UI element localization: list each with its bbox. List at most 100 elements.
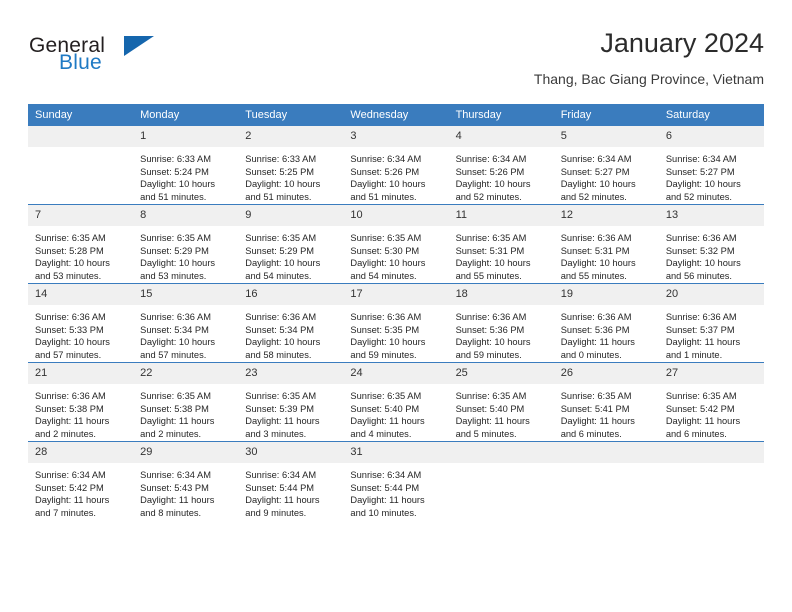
daylight-text-line1: Daylight: 11 hours — [35, 416, 110, 427]
triangle-logo-icon — [124, 36, 154, 56]
daylight-text-line2: and 2 minutes. — [35, 428, 96, 439]
sunrise-text: Sunrise: 6:34 AM — [245, 470, 317, 480]
sunrise-text: Sunrise: 6:36 AM — [35, 391, 106, 401]
daylight-text-line2: and 51 minutes. — [140, 191, 207, 202]
daylight-text-line2: and 57 minutes. — [140, 349, 207, 360]
day-cell[interactable]: 4 Sunrise: 6:34 AM Sunset: 5:26 PM Dayli… — [448, 126, 554, 205]
daylight-text-line1: Daylight: 10 hours — [560, 179, 636, 190]
day-number — [553, 442, 659, 463]
sunset-text: Sunset: 5:26 PM — [455, 166, 525, 177]
day-cell[interactable]: 25 Sunrise: 6:35 AM Sunset: 5:40 PM Dayl… — [448, 362, 554, 442]
day-cell[interactable]: 31 Sunrise: 6:34 AM Sunset: 5:44 PM Dayl… — [343, 441, 449, 520]
sunset-text: Sunset: 5:34 PM — [245, 324, 315, 335]
sunset-text: Sunset: 5:27 PM — [560, 166, 630, 177]
daylight-text-line1: Daylight: 11 hours — [245, 416, 320, 427]
daylight-text-line2: and 56 minutes. — [665, 270, 732, 281]
daylight-text-line1: Daylight: 11 hours — [350, 495, 425, 506]
daylight-text-line2: and 55 minutes. — [560, 270, 627, 281]
day-cell[interactable]: 15 Sunrise: 6:36 AM Sunset: 5:34 PM Dayl… — [133, 283, 239, 363]
sunrise-text: Sunrise: 6:35 AM — [140, 391, 211, 401]
day-number: 20 — [658, 284, 764, 305]
daylight-text-line2: and 4 minutes. — [350, 428, 412, 439]
day-cell[interactable]: 19 Sunrise: 6:36 AM Sunset: 5:36 PM Dayl… — [553, 283, 659, 363]
day-cell[interactable]: 10 Sunrise: 6:35 AM Sunset: 5:30 PM Dayl… — [343, 204, 449, 284]
sunset-text: Sunset: 5:24 PM — [140, 166, 209, 177]
daylight-text-line2: and 10 minutes. — [350, 507, 417, 518]
day-details: Sunrise: 6:34 AM Sunset: 5:43 PM Dayligh… — [133, 463, 238, 519]
title-block: January 2024 Thang, Bac Giang Province, … — [534, 26, 764, 89]
weekday-header-monday: Monday — [133, 104, 239, 126]
day-cell[interactable]: 18 Sunrise: 6:36 AM Sunset: 5:36 PM Dayl… — [448, 283, 554, 363]
day-cell[interactable]: 7 Sunrise: 6:35 AM Sunset: 5:28 PM Dayli… — [28, 204, 134, 284]
daylight-text-line2: and 8 minutes. — [140, 507, 202, 518]
day-details: Sunrise: 6:36 AM Sunset: 5:36 PM Dayligh… — [554, 305, 659, 361]
daylight-text-line2: and 54 minutes. — [245, 270, 312, 281]
sunrise-text: Sunrise: 6:35 AM — [350, 391, 422, 401]
sunrise-text: Sunrise: 6:34 AM — [35, 470, 106, 480]
sunset-text: Sunset: 5:42 PM — [35, 482, 104, 493]
daylight-text-line2: and 5 minutes. — [455, 428, 517, 439]
day-cell[interactable]: 1 Sunrise: 6:33 AM Sunset: 5:24 PM Dayli… — [133, 126, 239, 205]
day-number: 16 — [238, 284, 344, 305]
day-details: Sunrise: 6:34 AM Sunset: 5:26 PM Dayligh… — [343, 147, 448, 203]
daylight-text-line2: and 52 minutes. — [455, 191, 522, 202]
day-number: 12 — [553, 205, 659, 226]
day-details: Sunrise: 6:35 AM Sunset: 5:40 PM Dayligh… — [449, 384, 554, 440]
day-number: 7 — [28, 205, 134, 226]
weekday-header-tuesday: Tuesday — [238, 104, 344, 126]
day-cell[interactable]: 17 Sunrise: 6:36 AM Sunset: 5:35 PM Dayl… — [343, 283, 449, 363]
day-details: Sunrise: 6:35 AM Sunset: 5:31 PM Dayligh… — [449, 226, 554, 282]
day-number: 31 — [343, 442, 449, 463]
sunset-text: Sunset: 5:34 PM — [140, 324, 209, 335]
day-cell[interactable]: 13 Sunrise: 6:36 AM Sunset: 5:32 PM Dayl… — [658, 204, 764, 284]
sunrise-text: Sunrise: 6:35 AM — [35, 233, 106, 243]
day-cell[interactable]: 8 Sunrise: 6:35 AM Sunset: 5:29 PM Dayli… — [133, 204, 239, 284]
day-cell[interactable]: 26 Sunrise: 6:35 AM Sunset: 5:41 PM Dayl… — [553, 362, 659, 442]
sunrise-text: Sunrise: 6:36 AM — [560, 233, 632, 243]
daylight-text-line2: and 2 minutes. — [140, 428, 202, 439]
day-number: 9 — [238, 205, 344, 226]
daylight-text-line2: and 53 minutes. — [140, 270, 207, 281]
day-cell[interactable]: 3 Sunrise: 6:34 AM Sunset: 5:26 PM Dayli… — [343, 126, 449, 205]
page-header: General Blue January 2024 Thang, Bac Gia… — [28, 26, 764, 94]
day-cell[interactable]: 21 Sunrise: 6:36 AM Sunset: 5:38 PM Dayl… — [28, 362, 134, 442]
daylight-text-line2: and 52 minutes. — [560, 191, 627, 202]
day-cell[interactable]: 14 Sunrise: 6:36 AM Sunset: 5:33 PM Dayl… — [28, 283, 134, 363]
day-cell[interactable]: 9 Sunrise: 6:35 AM Sunset: 5:29 PM Dayli… — [238, 204, 344, 284]
day-cell[interactable]: 27 Sunrise: 6:35 AM Sunset: 5:42 PM Dayl… — [658, 362, 764, 442]
daylight-text-line1: Daylight: 11 hours — [560, 416, 635, 427]
day-cell[interactable]: 28 Sunrise: 6:34 AM Sunset: 5:42 PM Dayl… — [28, 441, 134, 520]
daylight-text-line2: and 0 minutes. — [560, 349, 622, 360]
day-number: 22 — [133, 363, 239, 384]
day-number: 14 — [28, 284, 134, 305]
day-cell[interactable]: 16 Sunrise: 6:36 AM Sunset: 5:34 PM Dayl… — [238, 283, 344, 363]
day-cell[interactable]: 12 Sunrise: 6:36 AM Sunset: 5:31 PM Dayl… — [553, 204, 659, 284]
sunrise-text: Sunrise: 6:35 AM — [140, 233, 211, 243]
day-cell[interactable]: 24 Sunrise: 6:35 AM Sunset: 5:40 PM Dayl… — [343, 362, 449, 442]
daylight-text-line1: Daylight: 11 hours — [245, 495, 320, 506]
daylight-text-line2: and 59 minutes. — [350, 349, 417, 360]
day-number: 25 — [448, 363, 554, 384]
daylight-text-line2: and 3 minutes. — [245, 428, 307, 439]
day-cell[interactable]: 2 Sunrise: 6:33 AM Sunset: 5:25 PM Dayli… — [238, 126, 344, 205]
day-cell[interactable]: 20 Sunrise: 6:36 AM Sunset: 5:37 PM Dayl… — [658, 283, 764, 363]
day-cell[interactable]: 6 Sunrise: 6:34 AM Sunset: 5:27 PM Dayli… — [658, 126, 764, 205]
day-cell[interactable]: 22 Sunrise: 6:35 AM Sunset: 5:38 PM Dayl… — [133, 362, 239, 442]
daylight-text-line2: and 51 minutes. — [350, 191, 417, 202]
sunset-text: Sunset: 5:40 PM — [350, 403, 420, 414]
day-cell[interactable]: 11 Sunrise: 6:35 AM Sunset: 5:31 PM Dayl… — [448, 204, 554, 284]
general-blue-logo[interactable]: General Blue — [28, 34, 228, 90]
daylight-text-line1: Daylight: 10 hours — [245, 337, 321, 348]
day-cell[interactable]: 29 Sunrise: 6:34 AM Sunset: 5:43 PM Dayl… — [133, 441, 239, 520]
daylight-text-line2: and 57 minutes. — [35, 349, 102, 360]
day-cell[interactable]: 30 Sunrise: 6:34 AM Sunset: 5:44 PM Dayl… — [238, 441, 344, 520]
sunrise-text: Sunrise: 6:34 AM — [560, 154, 632, 164]
sunset-text: Sunset: 5:41 PM — [560, 403, 630, 414]
sunset-text: Sunset: 5:35 PM — [350, 324, 420, 335]
day-cell[interactable]: 5 Sunrise: 6:34 AM Sunset: 5:27 PM Dayli… — [553, 126, 659, 205]
sunset-text: Sunset: 5:38 PM — [140, 403, 209, 414]
day-number: 2 — [238, 126, 344, 147]
day-number: 4 — [448, 126, 554, 147]
day-cell[interactable]: 23 Sunrise: 6:35 AM Sunset: 5:39 PM Dayl… — [238, 362, 344, 442]
day-number — [28, 126, 134, 147]
